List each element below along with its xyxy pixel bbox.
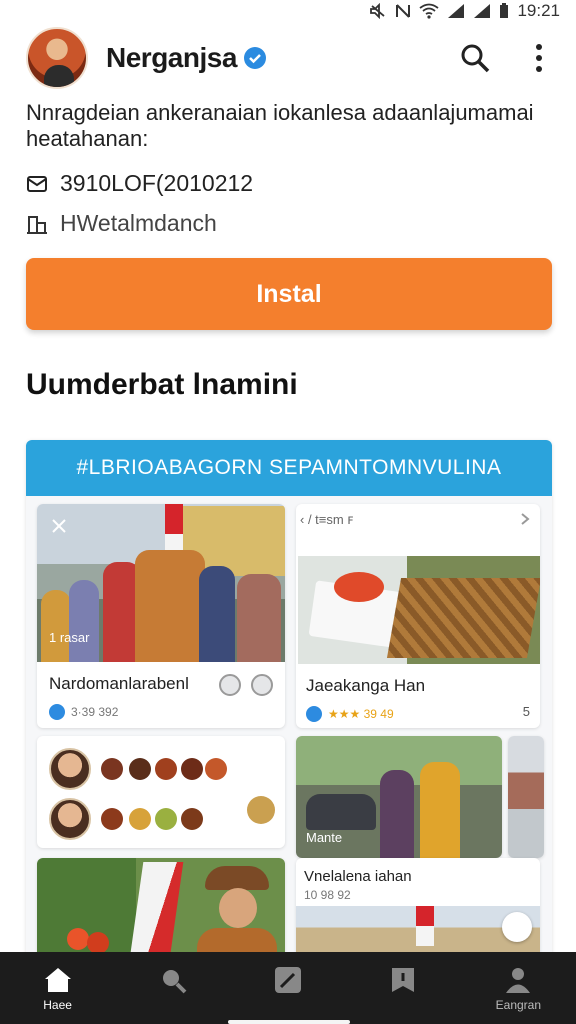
mail-icon xyxy=(27,175,47,192)
tile-caption: Nardomanlarabenl xyxy=(49,674,189,693)
bottom-navigation: Haee Eangran xyxy=(0,952,576,1024)
promo-tile-street[interactable]: Mante xyxy=(296,736,502,858)
status-bar: 19:21 xyxy=(0,0,576,22)
signal-icon xyxy=(474,4,491,18)
search-icon xyxy=(162,970,187,994)
app-name: Nerganjsa xyxy=(106,42,237,73)
promo-banner[interactable]: #LBRIOABAGORN SEPAMNTOMNVULINA xyxy=(26,440,552,496)
nav-edit[interactable] xyxy=(248,966,328,998)
promo-tile-group[interactable]: 1 rasar Nardomanlarabenl 3·39 392 xyxy=(37,504,285,728)
tile-action-button[interactable] xyxy=(251,674,273,696)
search-icon xyxy=(461,44,490,73)
street-photo: Mante xyxy=(296,736,502,858)
avatar xyxy=(49,748,91,790)
bookmark-icon xyxy=(392,968,415,992)
section-title: Uumderbat lnamini xyxy=(26,368,298,401)
promo-tile-building[interactable]: Vnelalena iahan 10 98 92 xyxy=(296,858,540,960)
search-button[interactable] xyxy=(458,41,492,75)
meta-developer-text: HWetalmdanch xyxy=(60,210,217,236)
nav-profile[interactable]: Eangran xyxy=(478,966,558,1012)
promo-tile-scout[interactable] xyxy=(37,858,285,960)
tile-count: 5 xyxy=(522,704,530,719)
tile-header: ‹ / t≡sm ꜰ xyxy=(300,512,354,527)
tile-action-button[interactable] xyxy=(219,674,241,696)
profile-icon xyxy=(506,968,531,993)
promo-tile-food[interactable]: ‹ / t≡sm ꜰ Jaeakanga Han ★★★ 39 49 5 xyxy=(296,504,540,728)
mute-icon xyxy=(370,3,386,19)
status-time: 19:21 xyxy=(517,1,560,20)
thumb-photo xyxy=(508,736,544,858)
photo-overlay-label: Mante xyxy=(306,830,343,845)
promo-tile-contacts[interactable] xyxy=(37,736,285,848)
app-header: Nerganjsa xyxy=(26,26,556,90)
wifi-icon xyxy=(419,3,440,19)
tile-meta-text: 10 98 92 xyxy=(304,888,351,902)
tile-caption: Jaeakanga Han xyxy=(306,676,426,695)
home-indicator xyxy=(228,1020,350,1024)
tile-meta: 3·39 392 xyxy=(49,704,118,720)
battery-icon xyxy=(500,3,509,18)
avatar xyxy=(49,798,91,840)
promo-card: #LBRIOABAGORN SEPAMNTOMNVULINA 1 rasar N… xyxy=(26,440,552,960)
nav-profile-label: Eangran xyxy=(495,998,542,1012)
meta-row-developer: HWetalmdanch xyxy=(26,210,217,237)
tile-meta-text: 3·39 392 xyxy=(71,705,119,719)
group-photo: 1 rasar xyxy=(37,504,285,662)
edit-icon xyxy=(274,967,301,993)
verified-badge-icon xyxy=(243,47,266,69)
play-icon xyxy=(49,704,65,720)
nfc-icon xyxy=(396,4,411,18)
home-icon xyxy=(44,968,71,992)
nav-bookmark[interactable] xyxy=(363,966,443,998)
scout-photo xyxy=(37,858,285,960)
nav-home[interactable]: Haee xyxy=(18,966,98,1012)
photo-badge: 1 rasar xyxy=(49,630,90,645)
app-description: Nnragdeian ankeranaian iokanlesa adaanla… xyxy=(26,100,534,151)
signal-icon xyxy=(448,4,465,18)
more-vert-icon xyxy=(536,44,542,72)
promo-tile-thumb[interactable] xyxy=(508,736,544,858)
tile-caption: Vnelalena iahan xyxy=(304,868,412,885)
meta-contact-text: 3910LOF(2010212 xyxy=(60,170,254,196)
tile-meta-text: ★★★ 39 49 xyxy=(328,707,394,721)
building-icon xyxy=(27,215,47,234)
install-button[interactable]: Instal xyxy=(26,258,552,330)
food-photo xyxy=(298,556,540,664)
nav-home-label: Haee xyxy=(43,998,72,1012)
more-options-button[interactable] xyxy=(522,41,556,75)
meta-row-contact: 3910LOF(2010212 xyxy=(26,170,253,197)
tile-meta: ★★★ 39 49 xyxy=(306,706,394,722)
chevron-right-icon[interactable] xyxy=(520,512,530,526)
play-icon xyxy=(306,706,322,722)
nav-search[interactable] xyxy=(133,966,213,998)
app-avatar[interactable] xyxy=(26,27,88,89)
close-icon[interactable] xyxy=(51,518,67,534)
